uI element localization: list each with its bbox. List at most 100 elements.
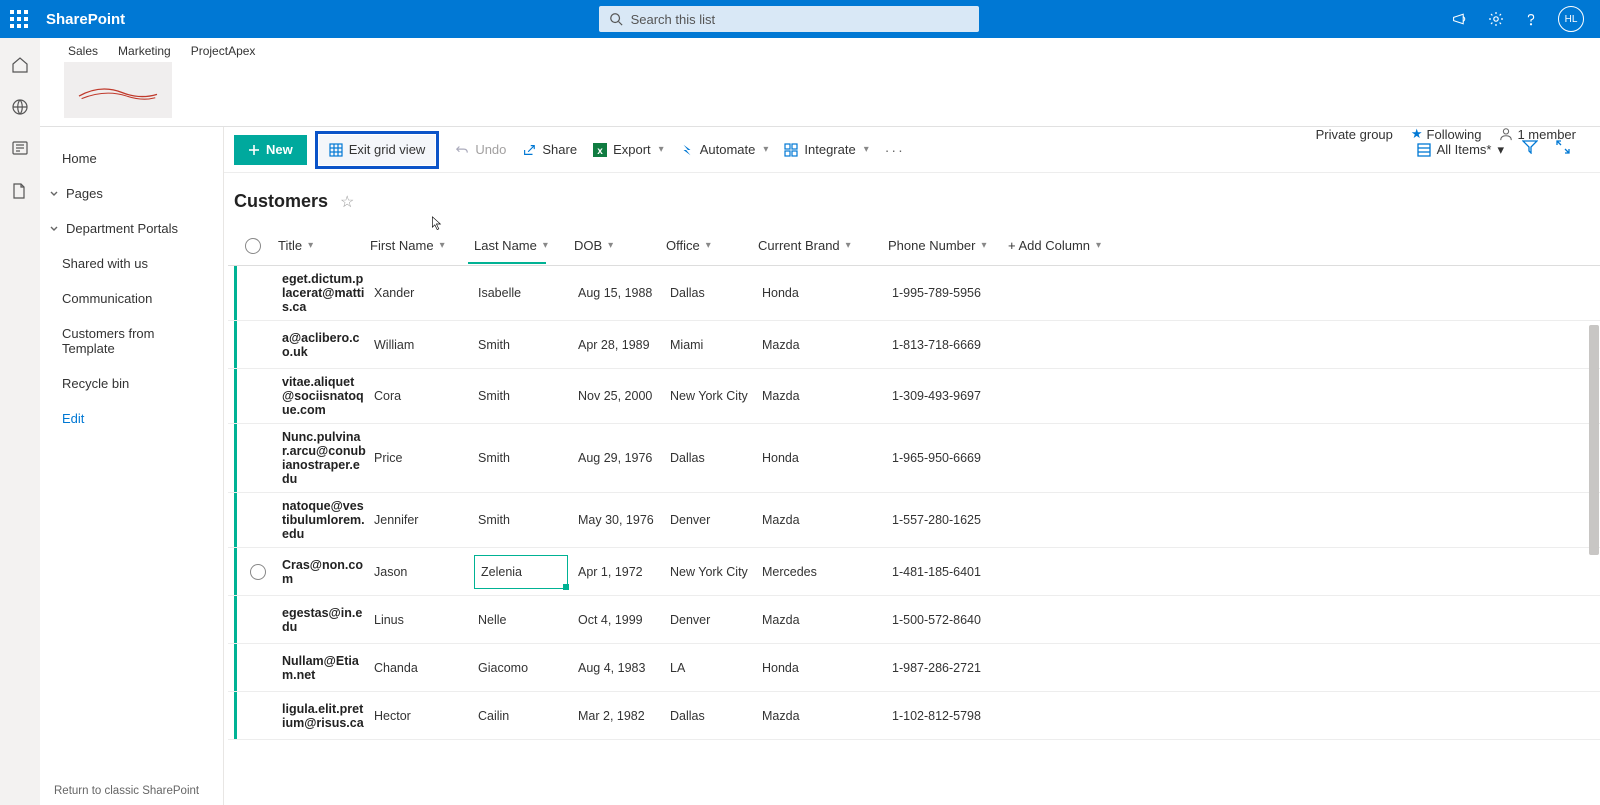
nav-home[interactable]: Home [40,141,223,176]
table-row[interactable]: eget.dictum.placerat@mattis.caXanderIsab… [228,266,1600,321]
gear-icon[interactable] [1488,11,1504,27]
return-classic-link[interactable]: Return to classic SharePoint [54,785,199,797]
breadcrumb-item[interactable]: ProjectApex [191,44,256,58]
cell-brand[interactable]: Mazda [758,321,888,368]
cell-office[interactable]: Dallas [666,424,758,492]
cell-dob[interactable]: Aug 4, 1983 [574,644,666,691]
cell-phone[interactable]: 1-987-286-2721 [888,644,1008,691]
row-select-toggle[interactable] [250,564,266,580]
cell-brand[interactable]: Mazda [758,692,888,739]
nav-customers-template[interactable]: Customers from Template [40,316,223,366]
cell-office[interactable]: New York City [666,369,758,423]
cell-lastname[interactable]: Cailin [474,692,574,739]
new-button[interactable]: New [234,135,307,165]
filter-button[interactable] [1522,140,1538,159]
column-header-phone[interactable]: Phone Number▾ [888,238,1008,253]
table-row[interactable]: vitae.aliquet@sociisnatoque.comCoraSmith… [228,369,1600,424]
view-selector-button[interactable]: All Items* ▾ [1417,142,1504,158]
column-header-brand[interactable]: Current Brand▾ [758,238,888,253]
nav-recycle-bin[interactable]: Recycle bin [40,366,223,401]
cell-title[interactable]: vitae.aliquet@sociisnatoque.com [278,369,370,423]
column-header-firstname[interactable]: First Name▾ [370,238,474,253]
breadcrumb-item[interactable]: Sales [68,44,98,58]
cell-title[interactable]: ligula.elit.pretium@risus.ca [278,692,370,739]
cell-brand[interactable]: Honda [758,644,888,691]
cell-lastname[interactable]: Nelle [474,596,574,643]
cell-brand[interactable]: Honda [758,266,888,320]
table-row[interactable]: ligula.elit.pretium@risus.caHectorCailin… [228,692,1600,740]
app-launcher-icon[interactable] [10,10,28,28]
globe-icon[interactable] [11,98,29,116]
cell-dob[interactable]: Oct 4, 1999 [574,596,666,643]
table-row[interactable]: Nullam@Etiam.netChandaGiacomoAug 4, 1983… [228,644,1600,692]
cell-dob[interactable]: Apr 1, 1972 [574,548,666,595]
cell-brand[interactable]: Honda [758,424,888,492]
cell-lastname[interactable]: Smith [474,493,574,547]
cell-lastname[interactable]: Smith [474,321,574,368]
cell-phone[interactable]: 1-557-280-1625 [888,493,1008,547]
cell-firstname[interactable]: Cora [370,369,474,423]
cell-title[interactable]: Nullam@Etiam.net [278,644,370,691]
search-input[interactable]: Search this list [599,6,979,32]
table-row[interactable]: Cras@non.comJasonZeleniaApr 1, 1972New Y… [228,548,1600,596]
cell-title[interactable]: eget.dictum.placerat@mattis.ca [278,266,370,320]
select-all-toggle[interactable] [245,238,261,254]
cell-title[interactable]: egestas@in.edu [278,596,370,643]
cell-lastname[interactable]: Smith [474,369,574,423]
cell-office[interactable]: Denver [666,596,758,643]
cell-office[interactable]: Miami [666,321,758,368]
cell-office[interactable]: LA [666,644,758,691]
nav-department-portals[interactable]: Department Portals [40,211,223,246]
more-actions-button[interactable]: ··· [885,142,905,158]
cell-title[interactable]: a@aclibero.co.uk [278,321,370,368]
site-logo[interactable] [64,62,172,118]
news-icon[interactable] [11,140,29,158]
table-row[interactable]: Nunc.pulvinar.arcu@conubianostraper.eduP… [228,424,1600,493]
help-icon[interactable] [1524,12,1538,26]
undo-button[interactable]: Undo [455,142,506,157]
cell-dob[interactable]: May 30, 1976 [574,493,666,547]
cell-phone[interactable]: 1-481-185-6401 [888,548,1008,595]
cell-phone[interactable]: 1-102-812-5798 [888,692,1008,739]
column-header-office[interactable]: Office▾ [666,238,758,253]
cell-title[interactable]: natoque@vestibulumlorem.edu [278,493,370,547]
expand-button[interactable] [1556,140,1570,159]
cell-firstname[interactable]: Jason [370,548,474,595]
table-row[interactable]: egestas@in.eduLinusNelleOct 4, 1999Denve… [228,596,1600,644]
scrollbar-thumb[interactable] [1589,325,1599,555]
exit-grid-view-button[interactable]: Exit grid view [319,135,436,165]
files-icon[interactable] [11,182,29,200]
cell-brand[interactable]: Mazda [758,493,888,547]
nav-communication[interactable]: Communication [40,281,223,316]
vertical-scrollbar[interactable] [1588,325,1600,805]
integrate-button[interactable]: Integrate ▾ [784,142,868,157]
cell-firstname[interactable]: Chanda [370,644,474,691]
home-icon[interactable] [11,56,29,74]
column-header-lastname[interactable]: Last Name▾ [474,238,574,253]
cell-title[interactable]: Nunc.pulvinar.arcu@conubianostraper.edu [278,424,370,492]
cell-dob[interactable]: Nov 25, 2000 [574,369,666,423]
cell-phone[interactable]: 1-995-789-5956 [888,266,1008,320]
cell-phone[interactable]: 1-500-572-8640 [888,596,1008,643]
table-row[interactable]: a@aclibero.co.ukWilliamSmithApr 28, 1989… [228,321,1600,369]
table-row[interactable]: natoque@vestibulumlorem.eduJenniferSmith… [228,493,1600,548]
automate-button[interactable]: Automate ▾ [680,142,769,157]
cell-brand[interactable]: Mazda [758,596,888,643]
cell-phone[interactable]: 1-813-718-6669 [888,321,1008,368]
cell-firstname[interactable]: William [370,321,474,368]
favorite-star-button[interactable]: ☆ [340,192,354,212]
nav-edit[interactable]: Edit [40,401,223,436]
breadcrumb-item[interactable]: Marketing [118,44,171,58]
cell-lastname[interactable]: Smith [474,424,574,492]
cell-dob[interactable]: Aug 29, 1976 [574,424,666,492]
cell-office[interactable]: Dallas [666,692,758,739]
cell-dob[interactable]: Mar 2, 1982 [574,692,666,739]
megaphone-icon[interactable] [1452,12,1468,26]
cell-office[interactable]: Denver [666,493,758,547]
share-button[interactable]: Share [522,142,577,157]
cell-firstname[interactable]: Price [370,424,474,492]
cell-phone[interactable]: 1-965-950-6669 [888,424,1008,492]
cell-lastname[interactable]: Isabelle [474,266,574,320]
cell-firstname[interactable]: Jennifer [370,493,474,547]
avatar[interactable]: HL [1558,6,1584,32]
